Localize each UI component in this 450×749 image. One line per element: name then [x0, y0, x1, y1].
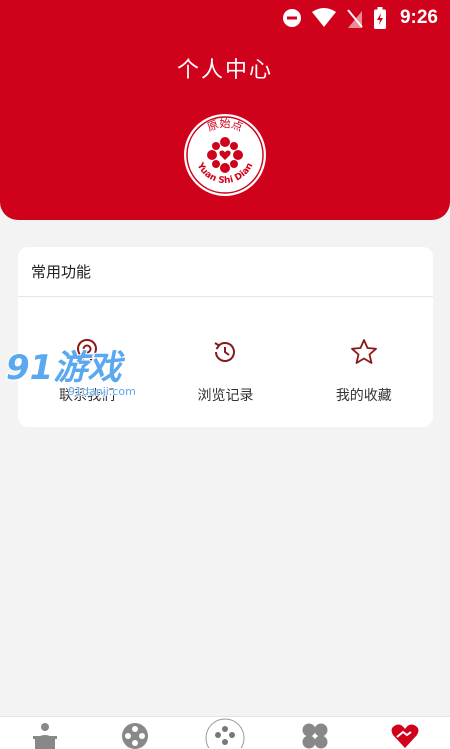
- browse-history-button[interactable]: 浏览记录: [156, 297, 294, 427]
- wifi-icon: [311, 8, 336, 27]
- browse-history-label: 浏览记录: [197, 388, 254, 404]
- page-title: 个人中心: [176, 58, 273, 83]
- watermark-overlay: 91游戏 91danji.com: [5, 347, 136, 399]
- logo-icon: [205, 718, 245, 748]
- heart-hands-icon: [391, 724, 419, 748]
- tab-2[interactable]: [105, 716, 165, 749]
- grid-icon: [302, 723, 328, 749]
- brand-logo: 原始点 Yuan Shi Dian: [184, 114, 266, 196]
- my-favorites-button[interactable]: 我的收藏: [295, 297, 433, 427]
- tab-3[interactable]: [195, 716, 255, 749]
- section-title: 常用功能: [18, 247, 433, 297]
- common-functions-card: 常用功能 联系我们 浏览记录 我的收藏: [18, 247, 433, 427]
- svg-text:91danji.com: 91danji.com: [68, 385, 136, 398]
- battery-icon: [373, 7, 386, 29]
- circles-icon: [122, 723, 148, 749]
- tab-1[interactable]: [15, 716, 75, 749]
- svg-text:91游戏: 91游戏: [6, 348, 125, 388]
- tab-4[interactable]: [285, 716, 345, 749]
- do-not-disturb-icon: [282, 9, 301, 27]
- no-signal-icon: [347, 9, 363, 28]
- figure-icon: [33, 723, 57, 749]
- bottom-tab-bar: [0, 716, 450, 749]
- history-icon: [214, 342, 236, 362]
- status-time: 9:26: [399, 7, 438, 28]
- header: 9:26 个人中心 原始点 Yuan Shi Dian: [0, 0, 450, 220]
- my-favorites-label: 我的收藏: [335, 388, 392, 404]
- status-bar: 9:26: [0, 0, 450, 36]
- star-icon: [350, 339, 377, 364]
- tab-5-active[interactable]: [375, 716, 435, 749]
